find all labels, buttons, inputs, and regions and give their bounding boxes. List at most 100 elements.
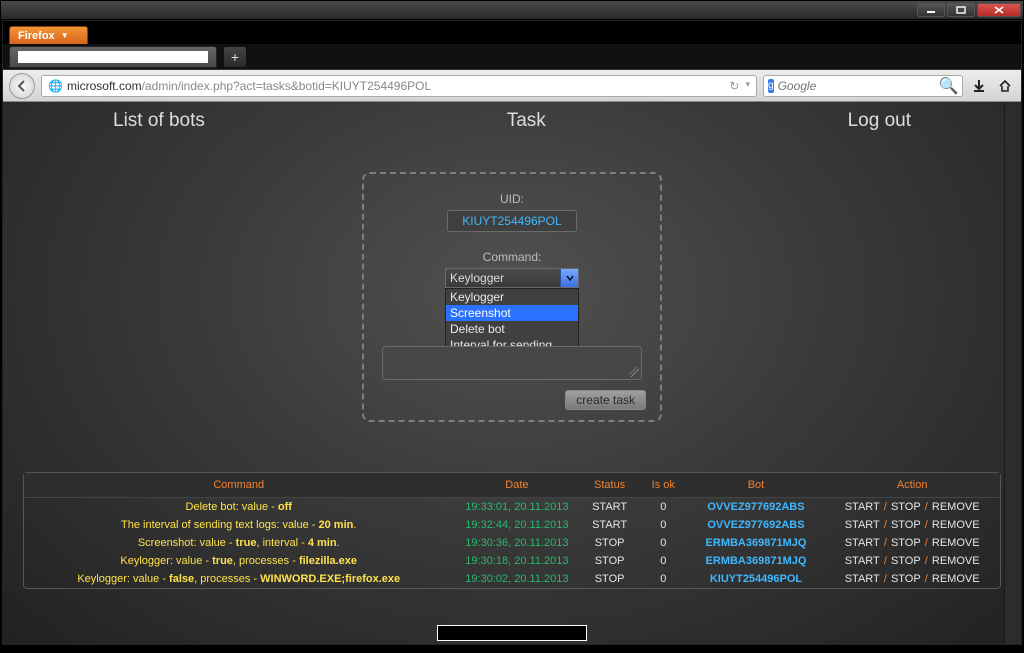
cell-isok: 0 [639,516,688,534]
window-titlebar [0,0,1024,20]
cell-action: START / STOP / REMOVE [824,516,1000,534]
globe-icon: 🌐 [48,79,63,93]
url-bar[interactable]: 🌐 microsoft.com /admin/index.php?act=tas… [41,75,757,97]
home-button[interactable] [995,76,1015,96]
action-remove[interactable]: REMOVE [932,501,980,513]
firefox-appmenu-row: Firefox ▼ [3,21,1021,44]
task-panel: UID: KIUYT254496POL Command: Keylogger K… [362,172,662,422]
cell-bot[interactable]: KIUYT254496POL [688,570,825,588]
chevron-down-icon: ▼ [61,31,69,40]
col-action: Action [824,473,1000,498]
action-start[interactable]: START [845,573,880,585]
browser-tab[interactable] [9,46,217,68]
window-minimize-button[interactable] [917,3,945,17]
cell-date: 19:32:44, 20.11.2013 [453,516,580,534]
cell-status: STOP [580,552,639,570]
cell-action: START / STOP / REMOVE [824,552,1000,570]
firefox-app-button[interactable]: Firefox ▼ [9,26,88,44]
command-wrap: Command: Keylogger Keylogger Screenshot … [378,250,646,288]
window-close-button[interactable] [977,3,1021,17]
action-stop[interactable]: STOP [891,537,921,549]
cell-isok: 0 [639,552,688,570]
cell-date: 19:33:01, 20.11.2013 [453,498,580,517]
cell-isok: 0 [639,534,688,552]
cell-action: START / STOP / REMOVE [824,534,1000,552]
action-remove[interactable]: REMOVE [932,537,980,549]
url-host: microsoft.com [67,79,142,93]
table-row: Delete bot: value - off19:33:01, 20.11.2… [24,498,1000,517]
tabstrip: + [3,44,1021,70]
uid-value: KIUYT254496POL [447,210,576,232]
table-row: The interval of sending text logs: value… [24,516,1000,534]
command-selected: Keylogger [450,271,504,285]
cell-command: Keylogger: value - false, processes - WI… [24,570,453,588]
page-content: List of bots Task Log out UID: KIUYT2544… [3,102,1021,644]
action-stop[interactable]: STOP [891,555,921,567]
search-input[interactable] [778,79,935,93]
action-start[interactable]: START [845,537,880,549]
command-option[interactable]: Screenshot [446,305,578,321]
history-table: Command Date Status Is ok Bot Action Del… [23,472,1001,589]
action-remove[interactable]: REMOVE [932,519,980,531]
cell-command: Keylogger: value - true, processes - fil… [24,552,453,570]
table-row: Keylogger: value - true, processes - fil… [24,552,1000,570]
action-stop[interactable]: STOP [891,573,921,585]
col-isok: Is ok [639,473,688,498]
col-bot: Bot [688,473,825,498]
table-row: Screenshot: value - true, interval - 4 m… [24,534,1000,552]
action-start[interactable]: START [845,519,880,531]
search-icon[interactable]: 🔍 [939,76,959,96]
reload-icon[interactable]: ↻ [729,79,739,93]
task-textarea[interactable] [382,346,642,380]
command-option[interactable]: Delete bot [446,321,578,337]
nav-task[interactable]: Task [507,110,546,132]
action-remove[interactable]: REMOVE [932,555,980,567]
cell-status: START [580,516,639,534]
google-icon: g [768,79,774,93]
cell-command: Delete bot: value - off [24,498,453,517]
redacted-bar [437,625,587,641]
tab-title-placeholder [18,51,208,63]
cell-date: 19:30:36, 20.11.2013 [453,534,580,552]
cell-action: START / STOP / REMOVE [824,570,1000,588]
cell-status: STOP [580,570,639,588]
window-maximize-button[interactable] [947,3,975,17]
cell-command: Screenshot: value - true, interval - 4 m… [24,534,453,552]
firefox-window: Firefox ▼ + 🌐 microsoft.com /admin/index… [2,20,1022,645]
url-path: /admin/index.php?act=tasks&botid=KIUYT25… [142,79,432,93]
command-label: Command: [483,250,542,264]
cell-bot[interactable]: OVVEZ977692ABS [688,498,825,517]
resize-grip-icon[interactable] [629,367,639,377]
cell-bot[interactable]: ERMBA369871MJQ [688,534,825,552]
nav-toolbar: 🌐 microsoft.com /admin/index.php?act=tas… [3,70,1021,102]
new-tab-button[interactable]: + [223,46,247,68]
vertical-scrollbar[interactable] [1004,102,1021,644]
cell-bot[interactable]: OVVEZ977692ABS [688,516,825,534]
col-command: Command [24,473,453,498]
uid-label: UID: [500,192,524,206]
back-button[interactable] [9,73,35,99]
cell-bot[interactable]: ERMBA369871MJQ [688,552,825,570]
action-stop[interactable]: STOP [891,519,921,531]
table-row: Keylogger: value - false, processes - WI… [24,570,1000,588]
cell-isok: 0 [639,570,688,588]
action-start[interactable]: START [845,501,880,513]
cell-status: START [580,498,639,517]
nav-log-out[interactable]: Log out [848,110,911,132]
select-arrow-icon [560,269,578,287]
cell-isok: 0 [639,498,688,517]
cell-action: START / STOP / REMOVE [824,498,1000,517]
command-select[interactable]: Keylogger [445,268,579,288]
cell-status: STOP [580,534,639,552]
command-option[interactable]: Keylogger [446,289,578,305]
create-task-button[interactable]: create task [565,390,646,410]
cell-command: The interval of sending text logs: value… [24,516,453,534]
dropdown-icon[interactable]: ▾ [745,79,750,93]
action-stop[interactable]: STOP [891,501,921,513]
search-bar[interactable]: g 🔍 [763,75,963,97]
action-start[interactable]: START [845,555,880,567]
action-remove[interactable]: REMOVE [932,573,980,585]
col-date: Date [453,473,580,498]
downloads-button[interactable] [969,76,989,96]
nav-list-of-bots[interactable]: List of bots [113,110,205,132]
